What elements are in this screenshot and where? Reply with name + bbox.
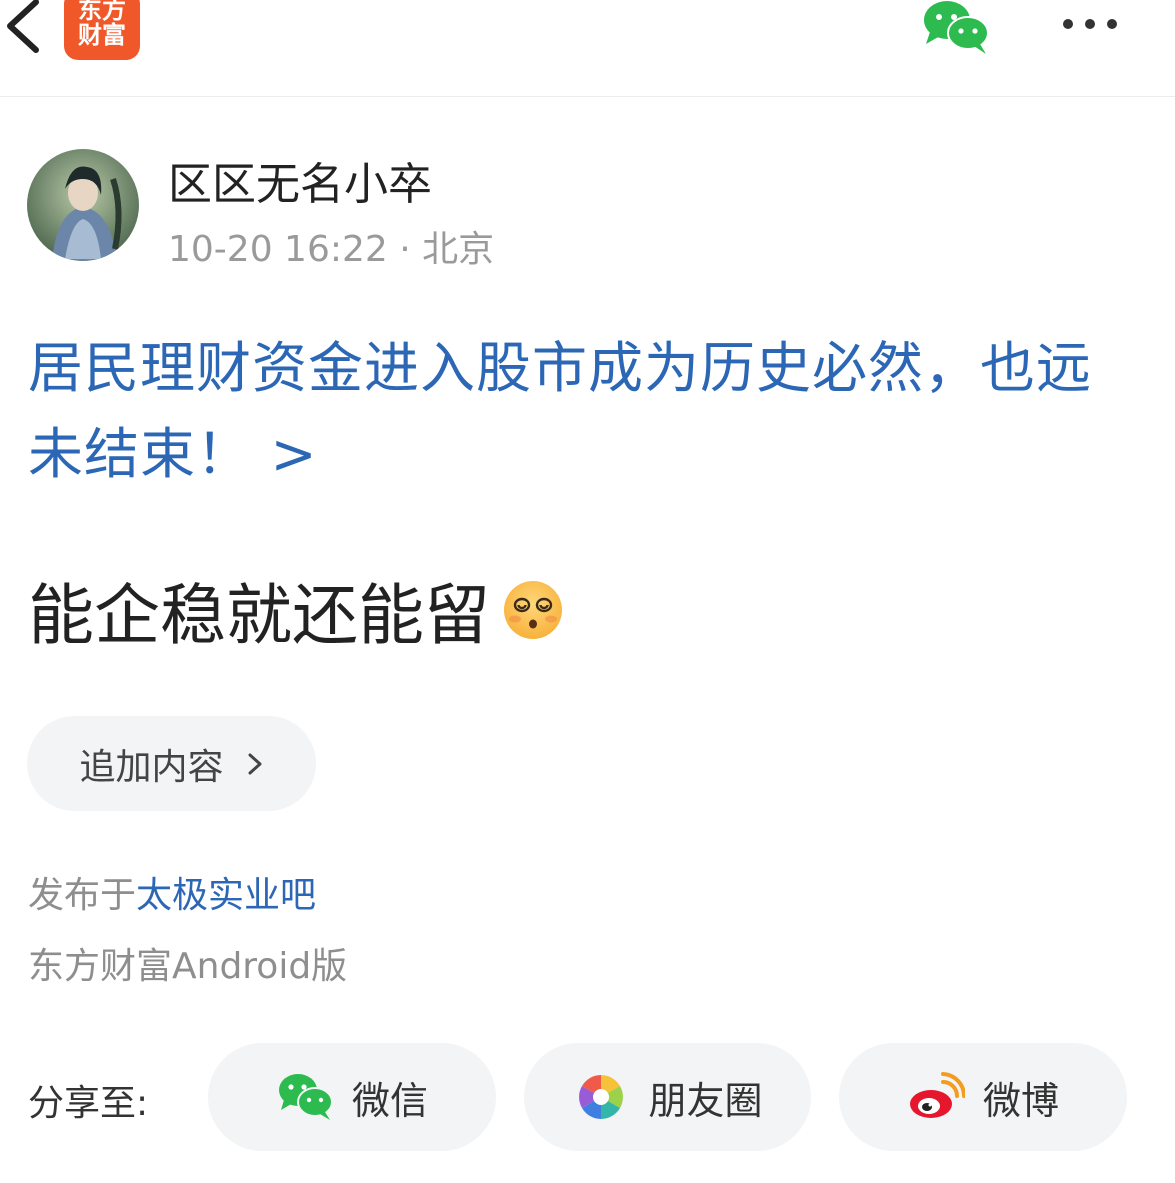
share-weibo-button[interactable]: 微博 — [839, 1043, 1127, 1151]
board-link[interactable]: 太极实业吧 — [136, 875, 316, 916]
post-meta: 10-20 16:22 · 北京 — [168, 229, 495, 270]
top-bar: 东方 财富 — [0, 0, 1175, 97]
add-content-label: 追加内容 — [79, 746, 224, 788]
logo-text-top: 东方 — [78, 0, 126, 24]
chevron-left-icon — [7, 0, 39, 53]
more-dots-icon — [1063, 19, 1117, 29]
wechat-icon — [278, 1074, 333, 1120]
author-name[interactable]: 区区无名小卒 — [168, 148, 432, 212]
share-wechat-label: 微信 — [351, 1078, 428, 1123]
post-body-text: 能企稳就还能留 — [28, 577, 490, 654]
share-moments-button[interactable]: 朋友圈 — [524, 1043, 811, 1151]
share-wechat-top-button[interactable] — [920, 0, 992, 56]
post-title-link[interactable]: 居民理财资金进入股市成为历史必然，也远未结束！ > — [28, 325, 1138, 497]
share-wechat-button[interactable]: 微信 — [208, 1043, 496, 1151]
wechat-icon — [924, 1, 989, 54]
share-weibo-label: 微博 — [982, 1078, 1059, 1123]
avatar-image — [27, 149, 139, 261]
avatar[interactable] — [27, 149, 139, 261]
back-button[interactable] — [0, 0, 50, 60]
posted-prefix: 发布于 — [28, 875, 137, 916]
post-body: 能企稳就还能留 — [28, 562, 564, 658]
more-options-button[interactable] — [1055, 10, 1125, 40]
dizzy-face-emoji-icon — [504, 581, 562, 639]
client-version: 东方财富Android版 — [28, 946, 348, 987]
app-logo: 东方 财富 — [64, 0, 140, 60]
chevron-right-icon — [248, 753, 261, 774]
posted-in: 发布于太极实业吧 — [28, 866, 316, 918]
share-moments-label: 朋友圈 — [648, 1078, 763, 1123]
add-content-button[interactable]: 追加内容 — [27, 716, 316, 811]
moments-aperture-icon — [579, 1075, 624, 1119]
logo-text-bottom: 财富 — [78, 21, 126, 49]
share-label: 分享至: — [28, 1083, 149, 1124]
weibo-icon — [909, 1072, 965, 1118]
